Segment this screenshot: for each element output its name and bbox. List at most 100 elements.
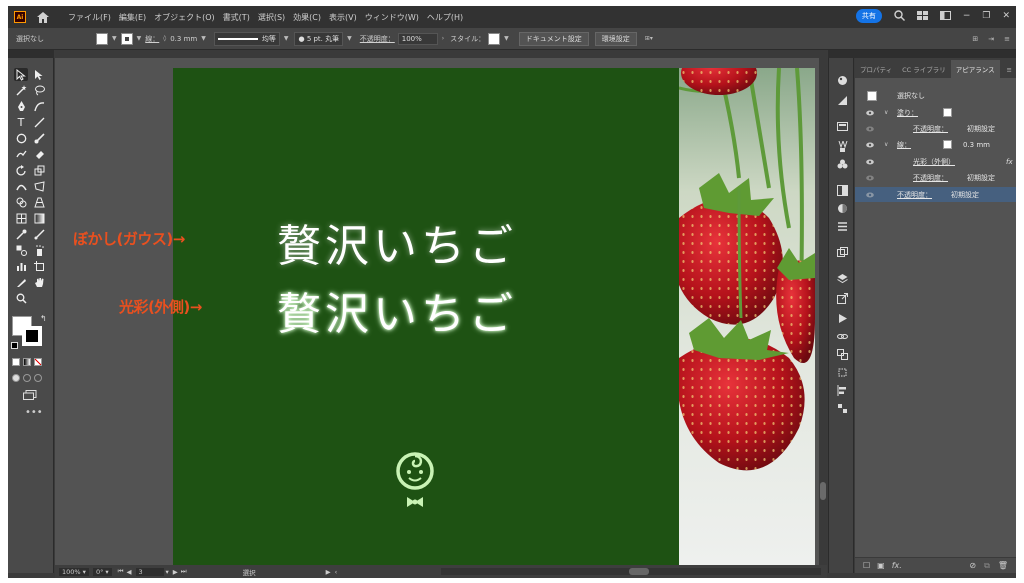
gradient-mode-icon[interactable] xyxy=(23,358,31,366)
opacity-label[interactable]: 不透明度： xyxy=(360,34,395,44)
zoom-tool-icon[interactable] xyxy=(14,292,28,305)
horizontal-scrollbar[interactable] xyxy=(441,568,821,575)
curvature-tool-icon[interactable] xyxy=(32,100,46,113)
menu-select[interactable]: 選択(S) xyxy=(254,12,289,23)
measure-tool-icon[interactable] xyxy=(32,228,46,241)
next-artboard-icon[interactable]: ▶ xyxy=(173,568,178,576)
style-swatch[interactable] xyxy=(488,32,501,45)
arrange-documents-icon[interactable] xyxy=(939,10,951,22)
first-artboard-icon[interactable]: ⏮ xyxy=(118,567,124,576)
stroke-row-swatch[interactable] xyxy=(943,140,952,149)
pen-tool-icon[interactable] xyxy=(14,100,28,113)
type-tool-icon[interactable]: T xyxy=(14,116,28,129)
search-icon[interactable] xyxy=(894,9,905,23)
transform-icon[interactable]: ⊞▾ xyxy=(645,35,653,42)
magic-wand-tool-icon[interactable] xyxy=(14,84,28,97)
workspace-icon[interactable] xyxy=(916,10,928,22)
menu-object[interactable]: オブジェクト(O) xyxy=(150,12,219,23)
stepper-icon[interactable]: ◊ xyxy=(163,35,166,42)
chevron-down-icon[interactable]: ▼ xyxy=(347,35,352,42)
artboard-tool-icon[interactable] xyxy=(32,260,46,273)
column-graph-tool-icon[interactable] xyxy=(14,260,28,273)
document-setup-button[interactable]: ドキュメント設定 xyxy=(518,31,589,46)
lasso-tool-icon[interactable] xyxy=(32,84,46,97)
minimize-icon[interactable]: − xyxy=(963,11,971,21)
selection-tool-icon[interactable] xyxy=(14,68,28,81)
blend-tool-icon[interactable] xyxy=(14,244,28,257)
hand-tool-icon[interactable] xyxy=(32,276,46,289)
scroll-left-icon[interactable]: ‹ xyxy=(335,568,338,576)
appearance-stroke-opacity-row[interactable]: 不透明度： 初期設定 xyxy=(855,170,1016,185)
arrange-icon[interactable]: ⇥ xyxy=(988,35,994,43)
draw-inside-icon[interactable] xyxy=(34,374,42,382)
none-mode-icon[interactable] xyxy=(34,358,42,366)
line-tool-icon[interactable] xyxy=(32,116,46,129)
artboard-number-field[interactable]: 3 xyxy=(135,567,164,576)
horizontal-scroll-thumb[interactable] xyxy=(629,568,649,575)
zoom-select[interactable]: 100% ▾ xyxy=(59,567,89,576)
stroke-profile-select[interactable]: 均等 xyxy=(213,31,280,46)
visibility-eye-icon[interactable] xyxy=(866,192,874,198)
rotation-select[interactable]: 0° ▾ xyxy=(92,567,112,576)
visibility-eye-icon[interactable] xyxy=(866,159,874,165)
gradient-tool-icon[interactable] xyxy=(32,212,46,225)
stroke-label[interactable]: 線： xyxy=(145,34,159,44)
transform-panel-icon[interactable] xyxy=(836,366,848,378)
layers-icon[interactable] xyxy=(836,272,848,284)
tab-cc-libraries[interactable]: CC ライブラリ xyxy=(897,60,951,78)
align-icon[interactable]: ⊞ xyxy=(972,35,978,43)
default-colors-icon[interactable] xyxy=(11,342,18,349)
distribute-icon[interactable] xyxy=(836,402,848,414)
more-tools-icon[interactable]: ••• xyxy=(25,407,43,418)
direct-selection-tool-icon[interactable] xyxy=(32,68,46,81)
appearance-object-opacity-row[interactable]: 不透明度： 初期設定 xyxy=(855,187,1016,202)
close-icon[interactable]: ✕ xyxy=(1002,11,1010,21)
symbol-sprayer-tool-icon[interactable] xyxy=(32,244,46,257)
stroke-swatch[interactable] xyxy=(120,32,133,45)
width-tool-icon[interactable] xyxy=(14,180,28,193)
menu-view[interactable]: 表示(V) xyxy=(325,12,361,23)
appearance-outer-glow-row[interactable]: 光彩（外側） fx xyxy=(855,154,1016,169)
status-menu-icon[interactable]: ▶ xyxy=(326,568,331,576)
rotate-tool-icon[interactable] xyxy=(14,164,28,177)
perspective-grid-tool-icon[interactable] xyxy=(32,196,46,209)
restore-icon[interactable]: ❐ xyxy=(982,11,990,21)
artboard-dropdown-icon[interactable]: ▾ xyxy=(166,568,169,576)
chevron-down-icon[interactable]: ▼ xyxy=(284,35,289,42)
menu-type[interactable]: 書式(T) xyxy=(219,12,254,23)
visibility-eye-icon[interactable] xyxy=(866,142,874,148)
ellipse-tool-icon[interactable] xyxy=(14,132,28,145)
stroke-weight-field[interactable]: 0.3 mm xyxy=(170,35,197,43)
menu-effect[interactable]: 効果(C) xyxy=(289,12,325,23)
chevron-down-icon[interactable]: ∨ xyxy=(884,141,888,148)
menu-window[interactable]: ウィンドウ(W) xyxy=(361,12,423,23)
trash-icon[interactable]: 🗑 xyxy=(998,561,1008,571)
menu-help[interactable]: ヘルプ(H) xyxy=(423,12,467,23)
brushes-icon[interactable] xyxy=(836,140,848,152)
fill-stroke-widget[interactable]: ↰ xyxy=(11,314,48,352)
canvas-area[interactable]: 贅沢いちご 贅沢いちご ぼかし(ガウス)→ 光彩(外側)→ xyxy=(55,58,819,565)
chevron-right-icon[interactable]: › xyxy=(442,35,444,42)
pathfinder-icon[interactable] xyxy=(836,348,848,360)
appearance-fill-opacity-row[interactable]: 不透明度： 初期設定 xyxy=(855,121,1016,136)
panel-menu-icon[interactable]: ≡ xyxy=(1004,35,1010,43)
add-fill-icon[interactable]: ▣ xyxy=(877,561,885,570)
screen-mode-icon[interactable] xyxy=(23,390,37,402)
gradient-panel-icon[interactable] xyxy=(836,202,848,214)
chevron-down-icon[interactable]: ▼ xyxy=(112,35,117,42)
home-icon[interactable] xyxy=(36,10,50,24)
visibility-eye-icon[interactable] xyxy=(866,126,874,132)
opacity-field[interactable]: 100% xyxy=(397,32,438,45)
chevron-down-icon[interactable]: ∨ xyxy=(884,109,888,116)
artboards-icon[interactable] xyxy=(836,246,848,258)
tab-properties[interactable]: プロパティ xyxy=(855,60,897,78)
add-stroke-icon[interactable]: ☐ xyxy=(863,561,870,570)
draw-behind-icon[interactable] xyxy=(23,374,31,382)
visibility-eye-icon[interactable] xyxy=(866,110,874,116)
menu-file[interactable]: ファイル(F) xyxy=(64,12,115,23)
preferences-button[interactable]: 環境設定 xyxy=(594,31,637,46)
mascot-logo[interactable] xyxy=(395,451,435,515)
clear-appearance-icon[interactable]: ⊘ xyxy=(969,561,976,571)
duplicate-item-icon[interactable]: ⧉ xyxy=(984,561,990,571)
menu-edit[interactable]: 編集(E) xyxy=(115,12,150,23)
